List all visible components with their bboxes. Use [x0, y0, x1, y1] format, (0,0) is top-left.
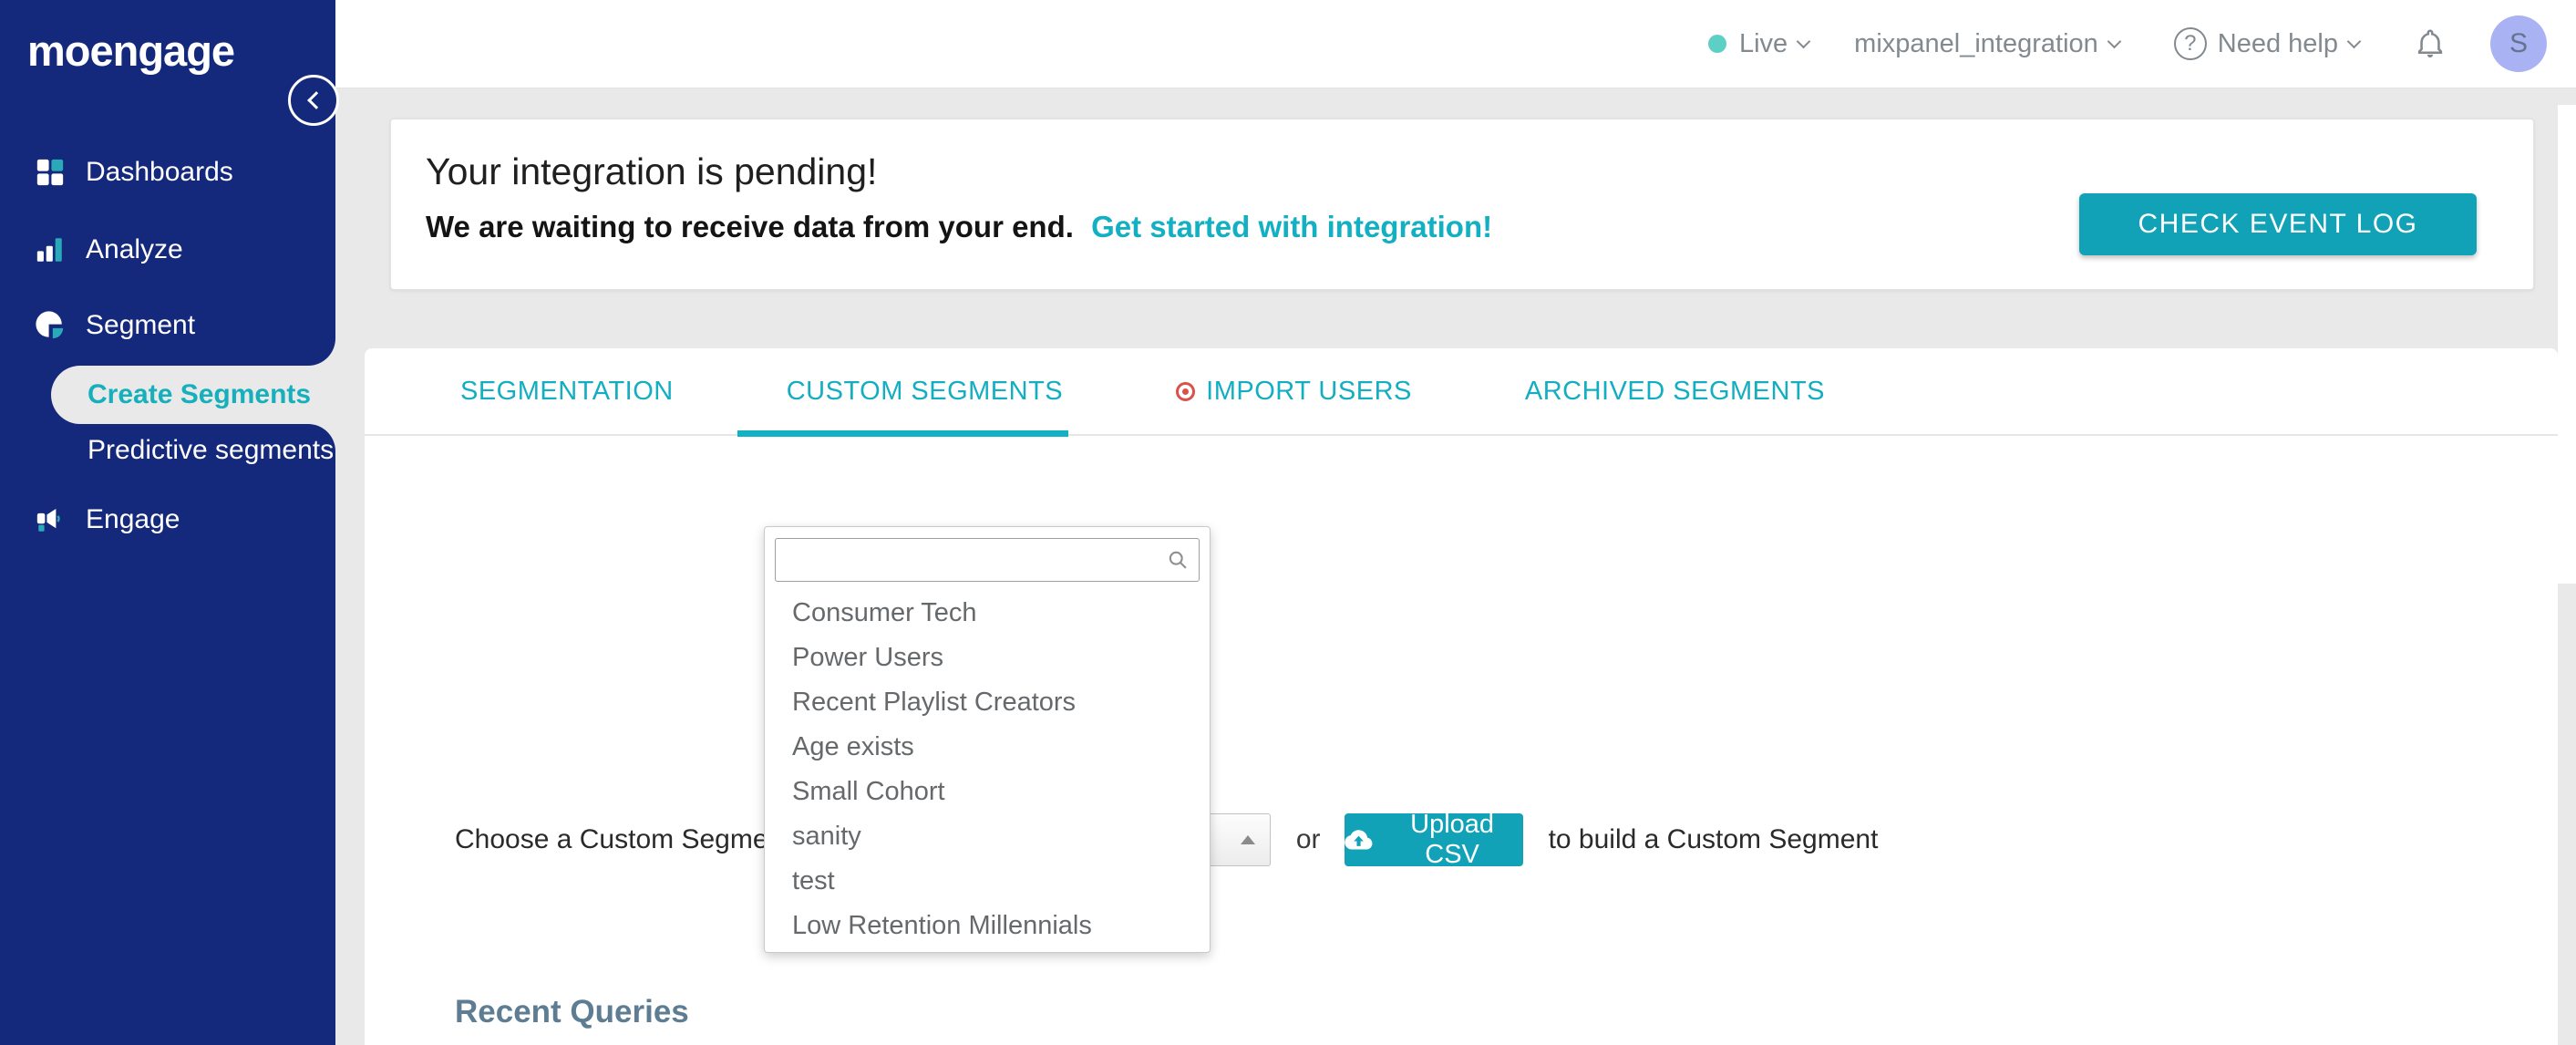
upload-csv-button[interactable]: Upload CSV — [1344, 810, 1523, 869]
cloud-upload-icon — [1344, 830, 1373, 850]
tab-archived-segments[interactable]: ARCHIVED SEGMENTS — [1520, 347, 1830, 435]
dropdown-search — [775, 538, 1200, 582]
tab-custom-segments[interactable]: CUSTOM SEGMENTS — [737, 347, 1069, 437]
dropdown-option[interactable]: Power Users — [765, 636, 1210, 680]
bar-chart-icon — [36, 238, 62, 262]
tab-label: CUSTOM SEGMENTS — [786, 376, 1064, 406]
search-icon — [1169, 551, 1187, 569]
banner-title: Your integration is pending! — [426, 150, 878, 192]
grid-icon — [36, 159, 64, 186]
or-text: or — [1295, 824, 1321, 854]
dropdown-option[interactable]: Small Cohort — [765, 770, 1210, 814]
sidebar-item-label: Create Segments — [88, 379, 312, 409]
sidebar-notch — [277, 338, 335, 366]
sidebar-item-label: Analyze — [86, 234, 183, 264]
sidebar-item-create-segments[interactable]: Create Segments — [51, 366, 335, 424]
record-dot-icon — [1176, 381, 1196, 401]
tab-import-users[interactable]: IMPORT USERS — [1170, 347, 1417, 435]
help-icon: ? — [2173, 27, 2207, 60]
sidebar: moengage Dashboards Analyze Segment Crea… — [0, 0, 339, 1045]
dropdown-option[interactable]: Low Retention Millennials — [765, 904, 1210, 948]
chevron-down-icon — [1796, 34, 1811, 48]
chooser-label: Choose a Custom Segment: — [455, 824, 799, 854]
scrollbar-thumb[interactable] — [2558, 105, 2576, 584]
get-started-link[interactable]: Get started with integration! — [1091, 210, 1492, 243]
environment-label: Live — [1738, 28, 1788, 58]
tab-label: SEGMENTATION — [460, 376, 674, 406]
custom-segments-dropdown: Consumer Tech Power Users Recent Playlis… — [764, 526, 1211, 953]
chevron-down-icon — [2107, 34, 2122, 48]
megaphone-icon — [36, 508, 60, 532]
dropdown-option[interactable]: Consumer Tech — [765, 591, 1210, 636]
search-input[interactable] — [775, 538, 1200, 582]
dropdown-option[interactable]: sanity — [765, 814, 1210, 859]
sidebar-item-label: Predictive segments — [88, 435, 335, 465]
segments-card: SEGMENTATION CUSTOM SEGMENTS IMPORT USER… — [365, 348, 2558, 1045]
upload-csv-label: Upload CSV — [1410, 810, 1495, 869]
chevron-down-icon — [2346, 34, 2362, 48]
need-help-label: Need help — [2217, 28, 2338, 58]
tab-label: IMPORT USERS — [1206, 376, 1412, 406]
user-avatar[interactable]: S — [2490, 16, 2547, 72]
sidebar-item-label: Segment — [86, 310, 196, 340]
check-event-log-button[interactable]: CHECK EVENT LOG — [2079, 193, 2477, 255]
chooser-suffix: to build a Custom Segment — [1548, 824, 1879, 854]
banner-subtitle-text: We are waiting to receive data from your… — [426, 210, 1074, 243]
top-bar: Live mixpanel_integration ? Need help S — [335, 0, 2576, 88]
sidebar-item-analyze[interactable]: Analyze — [0, 223, 335, 276]
sidebar-item-dashboards[interactable]: Dashboards — [0, 146, 335, 199]
pie-chart-icon — [36, 311, 64, 339]
recent-queries-heading: Recent Queries — [455, 994, 689, 1029]
sidebar-item-predictive-segments[interactable]: Predictive segments — [0, 427, 335, 474]
dropdown-option[interactable]: Age exists — [765, 725, 1210, 770]
moengage-logo: moengage — [27, 26, 235, 75]
tab-segmentation[interactable]: SEGMENTATION — [455, 347, 679, 435]
notification-bell-icon[interactable] — [2414, 27, 2447, 60]
sidebar-item-label: Engage — [86, 504, 180, 534]
integration-pending-banner: Your integration is pending! We are wait… — [390, 119, 2534, 290]
dropdown-options: Consumer Tech Power Users Recent Playlis… — [765, 591, 1210, 948]
workspace-switcher[interactable]: mixpanel_integration — [1854, 28, 2122, 59]
sidebar-collapse-button[interactable] — [288, 75, 339, 126]
caret-up-icon — [1240, 835, 1255, 844]
segment-tabs: SEGMENTATION CUSTOM SEGMENTS IMPORT USER… — [365, 347, 2558, 437]
live-status-icon — [1707, 35, 1726, 53]
chevron-left-icon — [306, 91, 325, 109]
need-help-menu[interactable]: ? Need help — [2173, 27, 2362, 60]
sidebar-item-label: Dashboards — [86, 157, 233, 187]
dropdown-option[interactable]: Recent Playlist Creators — [765, 680, 1210, 725]
workspace-name: mixpanel_integration — [1854, 28, 2098, 58]
environment-switcher[interactable]: Live — [1707, 28, 1811, 59]
dropdown-option[interactable]: test — [765, 859, 1210, 904]
sidebar-item-engage[interactable]: Engage — [0, 493, 335, 546]
tab-label: ARCHIVED SEGMENTS — [1524, 376, 1826, 406]
